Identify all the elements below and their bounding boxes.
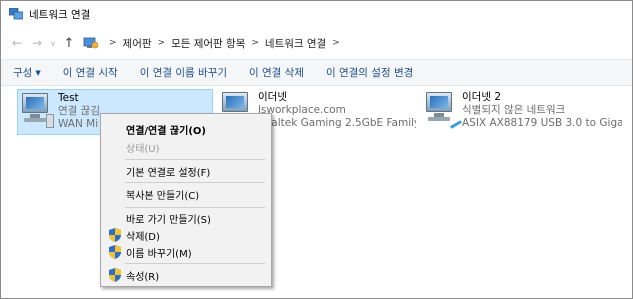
rename-connection-button[interactable]: 이 연결 이름 바꾸기 bbox=[140, 65, 227, 80]
connection-status: 연결 끊김 bbox=[58, 105, 100, 117]
context-menu: 연결/연결 끊기(O) 상태(U) 기본 연결로 설정(F) 복사본 만들기(C… bbox=[100, 113, 272, 287]
command-bar: 구성 ▼ 이 연결 시작 이 연결 이름 바꾸기 이 연결 삭제 이 연결의 설… bbox=[1, 59, 632, 86]
breadcrumb-separator: > bbox=[109, 38, 117, 48]
connection-item-ethernet-2[interactable]: 이더넷 2 식별되지 않은 네트워크 ASIX AX88179 USB 3.0 … bbox=[422, 89, 622, 135]
menu-item-label: 삭제(D) bbox=[126, 231, 160, 243]
menu-item-label: 이름 바꾸기(M) bbox=[126, 248, 192, 260]
dropdown-arrow-icon: ▼ bbox=[35, 68, 41, 77]
breadcrumb: > 제어판 > 모든 제어판 항목 > 네트워크 연결 > bbox=[83, 32, 346, 54]
connection-name: 이더넷 2 bbox=[462, 91, 501, 103]
start-connection-button[interactable]: 이 연결 시작 bbox=[63, 65, 118, 80]
menu-item-label: 속성(R) bbox=[126, 271, 160, 283]
breadcrumb-all-items[interactable]: 모든 제어판 항목 bbox=[171, 36, 245, 51]
organize-label: 구성 bbox=[13, 67, 33, 79]
shield-icon bbox=[109, 268, 121, 282]
menu-separator bbox=[125, 182, 265, 183]
delete-connection-button[interactable]: 이 연결 삭제 bbox=[249, 65, 304, 80]
menu-item-delete[interactable]: 삭제(D) bbox=[102, 226, 270, 244]
breadcrumb-separator: > bbox=[332, 38, 340, 48]
network-connections-app-icon bbox=[8, 7, 24, 20]
network-adapter-icon bbox=[422, 89, 462, 133]
breadcrumb-control-panel[interactable]: 제어판 bbox=[123, 36, 152, 51]
menu-item-create-shortcut[interactable]: 바로 가기 만들기(S) bbox=[102, 209, 270, 227]
menu-item-create-copy[interactable]: 복사본 만들기(C) bbox=[102, 185, 270, 203]
menu-item-rename[interactable]: 이름 바꾸기(M) bbox=[102, 243, 270, 261]
back-arrow-icon[interactable]: ← bbox=[7, 33, 27, 53]
menu-item-label: 기본 연결로 설정(F) bbox=[126, 167, 211, 179]
breadcrumb-separator: > bbox=[157, 38, 166, 48]
title-bar: 네트워크 연결 bbox=[1, 1, 632, 27]
connection-device: WAN Mi bbox=[58, 118, 99, 130]
change-settings-button[interactable]: 이 연결의 설정 변경 bbox=[326, 65, 413, 80]
menu-item-connect-disconnect[interactable]: 연결/연결 끊기(O) bbox=[102, 120, 270, 138]
shield-icon bbox=[109, 245, 121, 259]
breadcrumb-network-connections[interactable]: 네트워크 연결 bbox=[265, 36, 326, 51]
menu-item-status[interactable]: 상태(U) bbox=[102, 138, 270, 156]
connection-device: Realtek Gaming 2.5GbE Family C... bbox=[258, 117, 416, 129]
connections-list: Test 연결 끊김 WAN Mi 이더넷 lsworkplace.com Re… bbox=[1, 87, 632, 298]
organize-menu-button[interactable]: 구성 ▼ bbox=[13, 65, 41, 80]
connection-device: ASIX AX88179 USB 3.0 to Gigabi... bbox=[462, 117, 622, 129]
menu-item-label: 상태(U) bbox=[126, 143, 160, 155]
menu-separator bbox=[125, 159, 265, 160]
menu-item-label: 연결/연결 끊기(O) bbox=[126, 125, 206, 137]
connection-name: 이더넷 bbox=[258, 91, 287, 103]
menu-separator bbox=[125, 263, 265, 264]
control-panel-icon bbox=[83, 36, 99, 50]
menu-item-set-default[interactable]: 기본 연결로 설정(F) bbox=[102, 162, 270, 180]
menu-item-label: 복사본 만들기(C) bbox=[126, 190, 200, 202]
up-arrow-icon[interactable]: ↑ bbox=[59, 33, 79, 53]
menu-item-properties[interactable]: 속성(R) bbox=[102, 266, 270, 284]
forward-arrow-icon[interactable]: → bbox=[27, 33, 47, 53]
address-bar-row: ← → ∨ ↑ > 제어판 > 모든 제어판 항목 > 네트워크 연결 > bbox=[1, 28, 632, 58]
menu-item-label: 바로 가기 만들기(S) bbox=[126, 214, 211, 226]
connection-status: lsworkplace.com bbox=[258, 104, 346, 116]
connection-status: 식별되지 않은 네트워크 bbox=[462, 104, 566, 116]
chevron-down-icon[interactable]: ∨ bbox=[47, 33, 59, 53]
shield-icon bbox=[109, 228, 121, 242]
menu-separator bbox=[125, 207, 265, 208]
window-title: 네트워크 연결 bbox=[29, 8, 91, 21]
network-connections-window: 네트워크 연결 ← → ∨ ↑ > 제어판 > 모든 제어판 항목 > 네트워크… bbox=[0, 0, 633, 299]
breadcrumb-separator: > bbox=[251, 38, 259, 48]
connection-name: Test bbox=[58, 92, 79, 104]
network-adapter-icon bbox=[18, 90, 58, 134]
